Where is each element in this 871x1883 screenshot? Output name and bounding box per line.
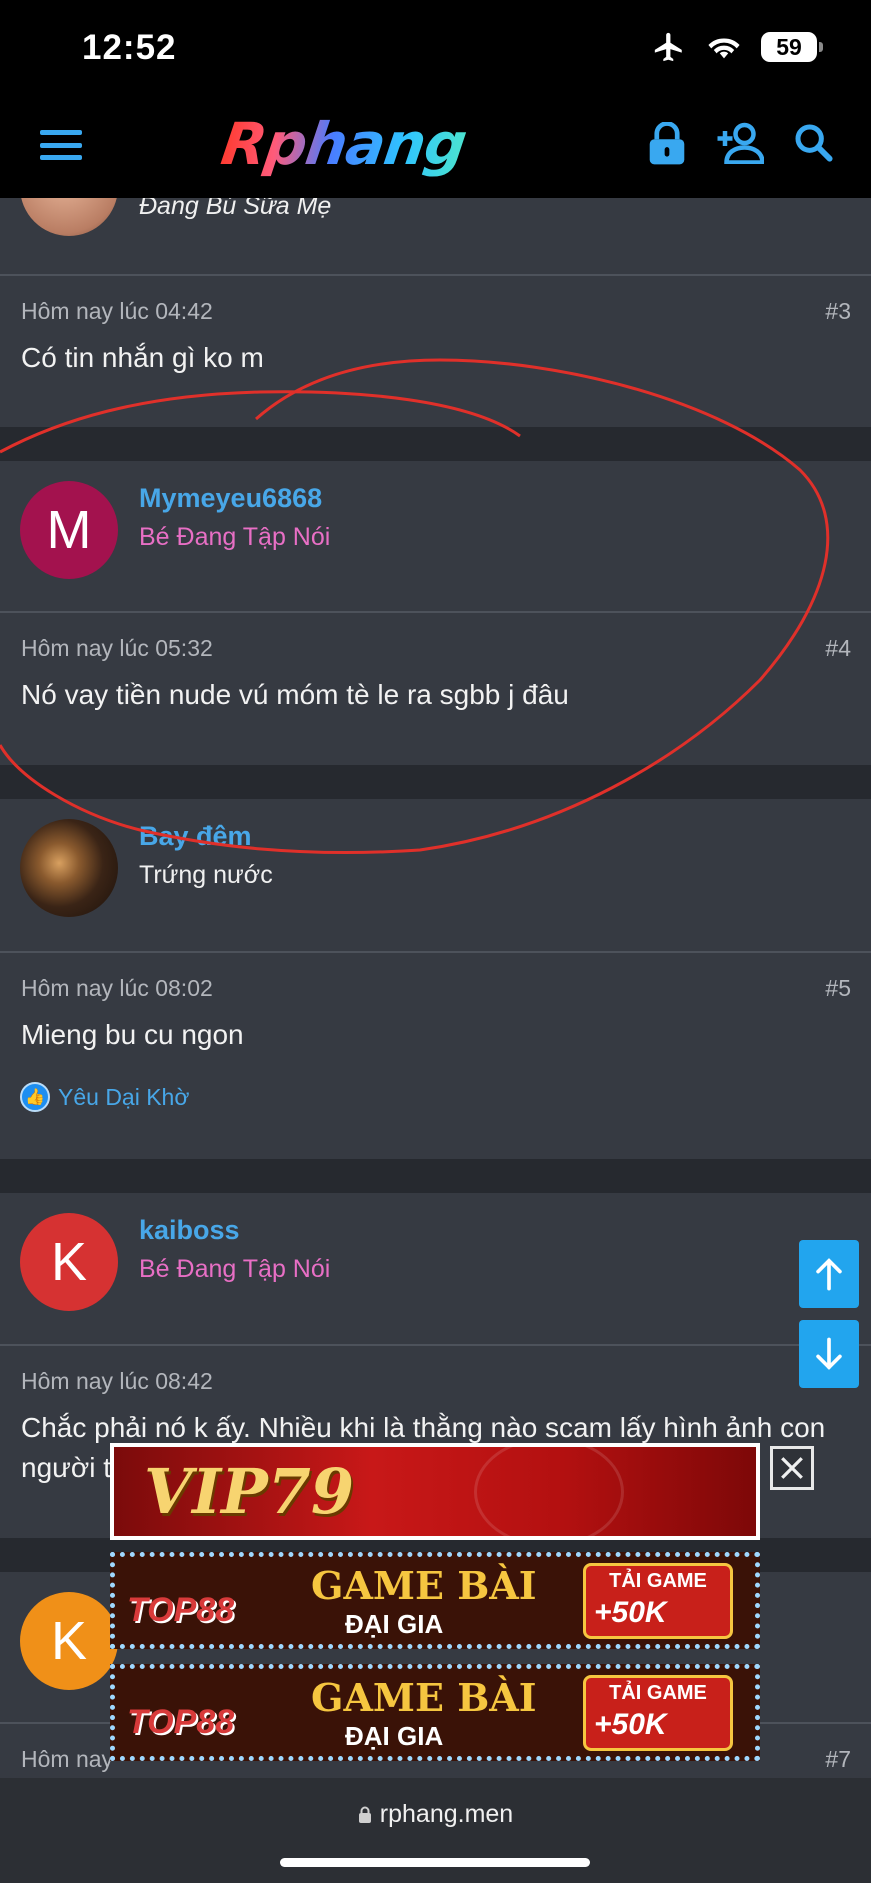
ad-banner-vip79[interactable]: VIP79 <box>110 1443 760 1540</box>
ad-cta-label: TẢI GAME <box>609 1570 707 1592</box>
arrow-up-icon <box>816 1258 842 1291</box>
ad-cta-bonus: +50K <box>594 1596 667 1629</box>
close-ad-button[interactable] <box>770 1446 814 1490</box>
ad-decoration <box>474 1447 624 1536</box>
ad-brand: TOP88 <box>127 1703 235 1741</box>
lock-icon <box>358 1801 372 1823</box>
ad-headline: GAME BÀI <box>311 1675 537 1720</box>
ad-cta-label: TẢI GAME <box>609 1682 707 1704</box>
scroll-top-button[interactable] <box>799 1240 859 1308</box>
browser-address-bar[interactable]: rphang.men <box>0 1778 871 1883</box>
ad-banner-top88[interactable]: TOP88 GAME BÀI ĐẠI GIA TẢI GAME +50K <box>110 1552 760 1649</box>
ad-headline: GAME BÀI <box>311 1563 537 1608</box>
ad-brand: VIP79 <box>144 1455 355 1528</box>
close-icon <box>781 1457 803 1479</box>
ad-cta[interactable]: TẢI GAME +50K <box>583 1563 733 1639</box>
ad-cta-bonus: +50K <box>594 1708 667 1741</box>
url-field[interactable]: rphang.men <box>0 1800 871 1829</box>
scroll-bottom-button[interactable] <box>799 1320 859 1388</box>
ad-subline: ĐẠI GIA <box>345 1721 444 1751</box>
ad-banner-top88[interactable]: TOP88 GAME BÀI ĐẠI GIA TẢI GAME +50K <box>110 1664 760 1761</box>
ad-cta[interactable]: TẢI GAME +50K <box>583 1675 733 1751</box>
ad-subline: ĐẠI GIA <box>345 1609 444 1639</box>
home-indicator[interactable] <box>280 1858 590 1867</box>
url-text: rphang.men <box>379 1800 514 1828</box>
ad-brand: TOP88 <box>127 1591 235 1629</box>
arrow-down-icon <box>816 1337 842 1370</box>
